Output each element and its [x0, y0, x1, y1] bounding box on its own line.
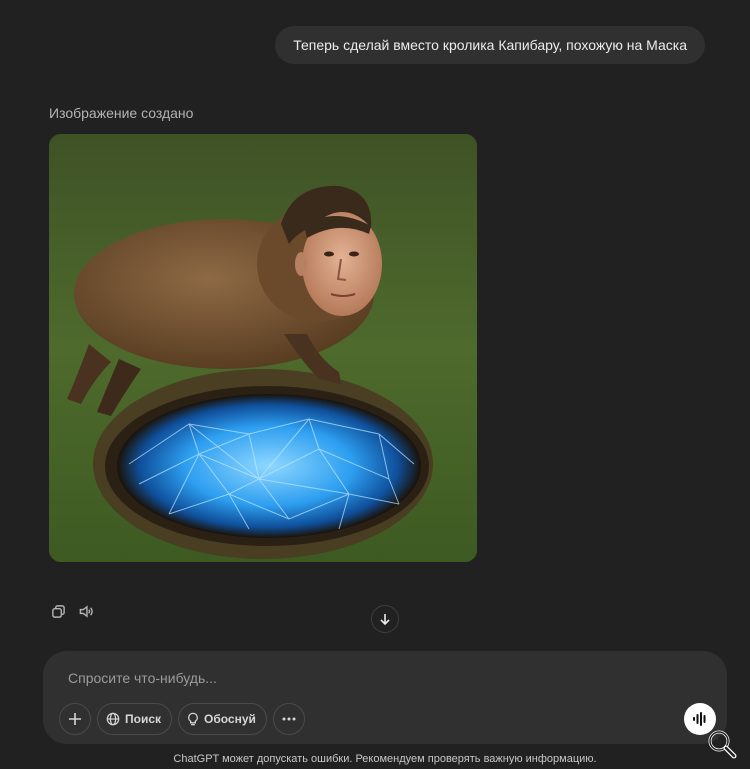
more-tools-button[interactable]: [272, 703, 305, 735]
user-message-bubble: Теперь сделай вместо кролика Капибару, п…: [275, 26, 705, 64]
copy-icon[interactable]: [49, 602, 67, 620]
speaker-icon[interactable]: [77, 602, 95, 620]
prompt-input[interactable]: [66, 669, 670, 687]
lightbulb-icon: [188, 712, 198, 725]
add-attachment-button[interactable]: [59, 703, 91, 735]
reason-button-label: Обоснуй: [204, 712, 256, 726]
plus-icon: [69, 713, 81, 725]
generated-image[interactable]: [49, 134, 477, 562]
ellipsis-icon: [282, 717, 296, 721]
voice-waveform-icon: [693, 712, 706, 726]
disclaimer-text: ChatGPT может допускать ошибки. Рекоменд…: [173, 753, 597, 765]
image-created-label: Изображение создано: [49, 105, 194, 121]
generated-image-illustration: [49, 134, 477, 562]
search-button[interactable]: Поиск: [97, 703, 173, 735]
message-actions: [49, 602, 95, 620]
globe-icon: [106, 712, 120, 726]
user-message-text: Теперь сделай вместо кролика Капибару, п…: [293, 37, 687, 53]
arrow-down-icon: [380, 614, 390, 626]
composer: Поиск Обоснуй: [43, 651, 727, 744]
scroll-down-button[interactable]: [371, 605, 399, 633]
composer-tools: Поиск Обоснуй: [59, 703, 305, 735]
reason-button[interactable]: Обоснуй: [178, 703, 267, 735]
search-button-label: Поиск: [125, 712, 162, 726]
